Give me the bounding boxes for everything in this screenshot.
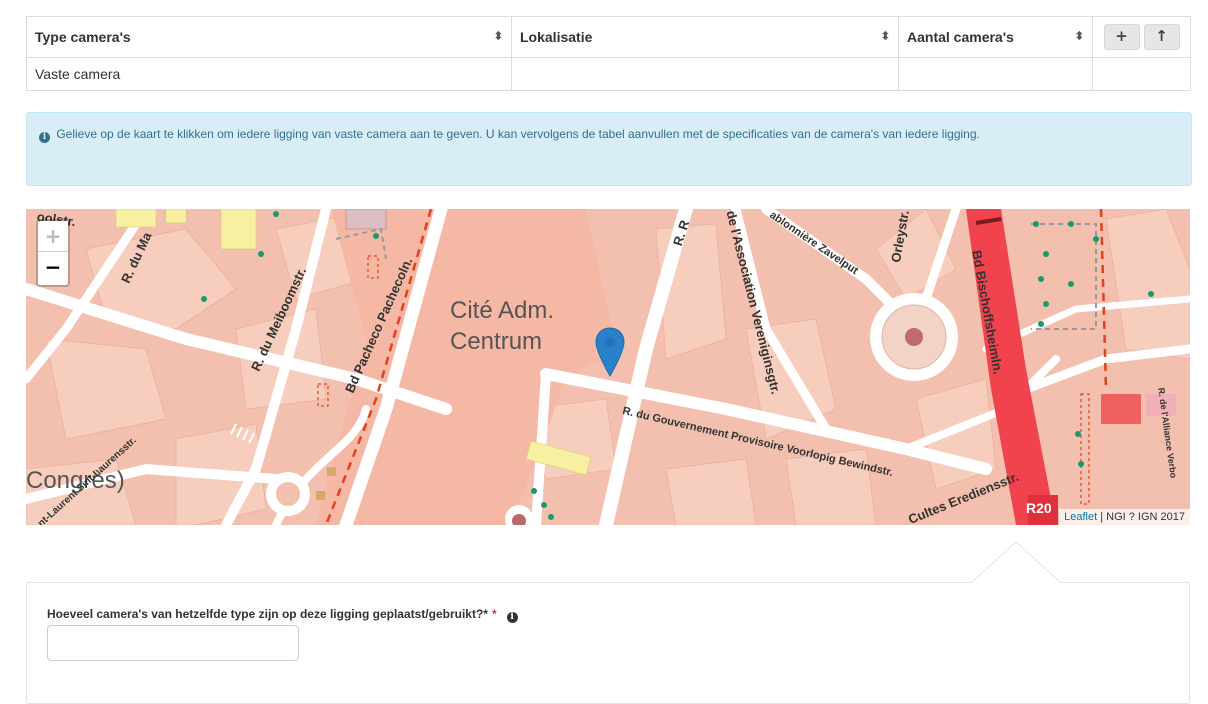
zoom-in-button[interactable]: + [38,221,68,251]
map-attribution: Leaflet | NGI ? IGN 2017 [1059,509,1190,525]
info-alert: i Gelieve op de kaart te klikken om iede… [26,112,1192,186]
sort-icon[interactable]: ⬍ [1075,31,1084,43]
attribution-text: | NGI ? IGN 2017 [1097,511,1185,523]
column-header-type[interactable]: Type camera's ⬍ [26,16,512,58]
cell-type[interactable]: Vaste camera [26,57,512,91]
cell-lokalisatie[interactable] [511,57,899,91]
question-text: Hoeveel camera's van hetzelfde type zijn… [47,607,488,621]
alert-text: Gelieve op de kaart te klikken om iedere… [56,127,980,141]
column-header-aantal[interactable]: Aantal camera's ⬍ [898,16,1093,58]
table-row[interactable]: Vaste camera [26,57,1191,91]
camera-count-input[interactable] [47,625,299,661]
map[interactable]: Cité Adm. Centrum Congrès) R. du Meiboom… [26,209,1190,525]
plus-icon: + [1115,27,1128,45]
required-mark: * [491,607,497,621]
move-up-button[interactable]: ↑ [1143,24,1180,50]
cell-actions [1092,57,1191,91]
info-icon[interactable]: i [506,612,518,623]
cell-aantal[interactable] [898,57,1093,91]
panel-pointer [971,542,1061,584]
zoom-out-button[interactable]: − [38,251,68,282]
add-row-button[interactable]: + [1103,24,1140,50]
panel-box: Hoeveel camera's van hetzelfde type zijn… [26,582,1190,704]
camera-table: Type camera's ⬍ Lokalisatie ⬍ Aantal cam… [26,16,1191,91]
table-actions: + ↑ [1092,16,1191,58]
map-marker-icon[interactable] [595,327,625,377]
column-header-lokalisatie[interactable]: Lokalisatie ⬍ [511,16,899,58]
column-header-label: Type camera's [35,29,131,45]
sort-icon[interactable]: ⬍ [881,31,890,43]
leaflet-link[interactable]: Leaflet [1064,511,1097,523]
arrow-up-icon: ↑ [1155,27,1168,45]
sort-icon[interactable]: ⬍ [494,31,503,43]
location-form-panel: Hoeveel camera's van hetzelfde type zijn… [26,542,1190,704]
zoom-control: + − [36,219,70,287]
table-header-row: Type camera's ⬍ Lokalisatie ⬍ Aantal cam… [26,16,1191,58]
column-header-label: Lokalisatie [520,29,593,45]
column-header-label: Aantal camera's [907,29,1014,45]
info-icon: i [39,132,50,143]
question-label: Hoeveel camera's van hetzelfde type zijn… [47,607,518,623]
